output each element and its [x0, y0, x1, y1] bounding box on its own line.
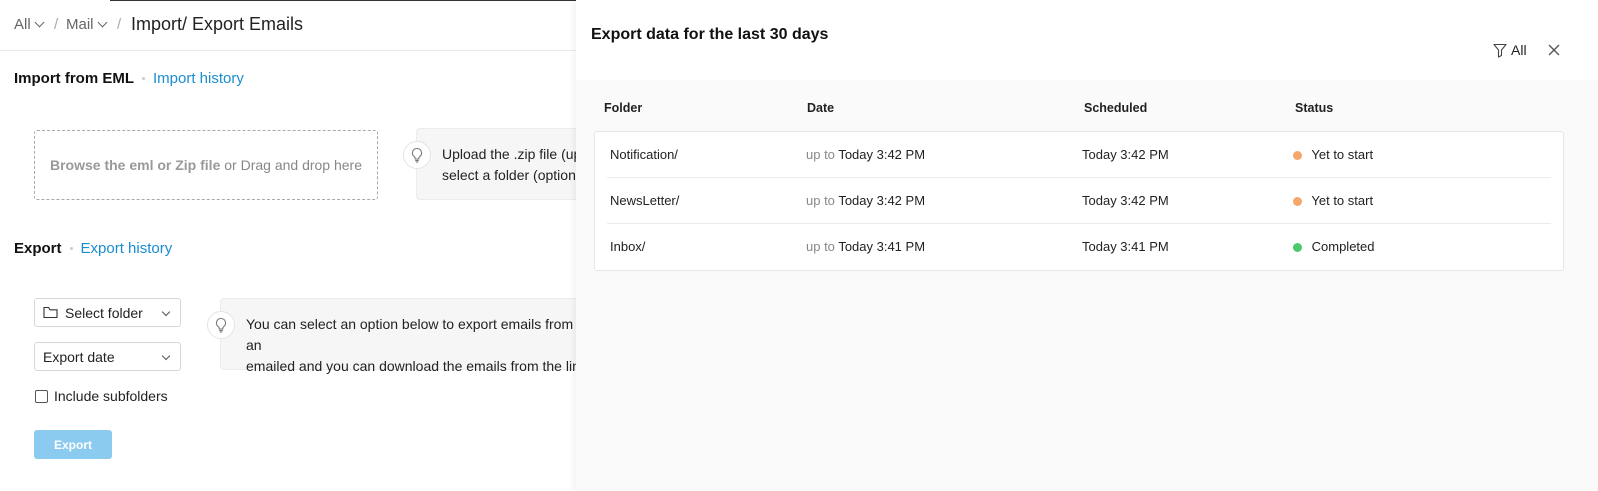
tab-import-from-eml[interactable]: Import from EML — [14, 70, 134, 87]
close-icon[interactable] — [1546, 42, 1562, 58]
column-header-scheduled: Scheduled — [1084, 101, 1148, 115]
status-dot — [1293, 197, 1302, 206]
separator-dot — [142, 77, 145, 80]
status-dot — [1293, 151, 1302, 160]
export-tip-line: emailed and you can download the emails … — [246, 358, 587, 374]
export-button[interactable]: Export — [34, 430, 112, 459]
scheduled-cell: Today 3:42 PM — [1082, 147, 1169, 162]
date-prefix: up to — [806, 193, 835, 208]
folder-select[interactable]: Select folder — [34, 298, 181, 327]
status-filter[interactable]: All — [1493, 42, 1527, 58]
status-label: Yet to start — [1311, 147, 1374, 162]
import-tip-box: Upload the .zip file (up select a folder… — [416, 128, 586, 200]
table-row: NewsLetter/ up to Today 3:42 PM Today 3:… — [595, 178, 1563, 224]
breadcrumb-separator: / — [117, 16, 122, 33]
chevron-down-icon — [161, 351, 171, 361]
folder-cell: Inbox/ — [610, 239, 646, 254]
date-value: Today 3:41 PM — [838, 239, 926, 254]
status-cell: Completed — [1293, 239, 1375, 254]
export-tip-line: You can select an option below to export… — [246, 316, 574, 353]
export-date-select[interactable]: Export date — [34, 342, 181, 371]
import-history-link[interactable]: Import history — [153, 70, 244, 87]
folder-cell: Notification/ — [610, 147, 678, 162]
import-tip-line: Upload the .zip file (up — [442, 146, 582, 162]
table-row: Inbox/ up to Today 3:41 PM Today 3:41 PM… — [595, 224, 1563, 270]
status-dot — [1293, 243, 1302, 252]
tab-export[interactable]: Export — [14, 240, 62, 257]
breadcrumb-separator: / — [54, 16, 59, 33]
export-history-panel: Export data for the last 30 days All Fol… — [576, 0, 1598, 491]
folder-icon — [43, 306, 58, 319]
breadcrumb-mail-dropdown[interactable]: Mail — [66, 16, 107, 33]
folder-select-label: Select folder — [65, 304, 143, 321]
chevron-down-icon — [97, 17, 107, 28]
page-title: Import/ Export Emails — [131, 14, 304, 34]
column-header-status: Status — [1295, 101, 1334, 115]
folder-cell: NewsLetter/ — [610, 193, 680, 208]
filter-label: All — [1511, 42, 1527, 58]
table-row: Notification/ up to Today 3:42 PM Today … — [595, 132, 1563, 178]
include-subfolders-row[interactable]: Include subfolders — [35, 388, 168, 404]
import-tip-line: select a folder (optiona — [442, 167, 584, 183]
panel-title: Export data for the last 30 days — [591, 26, 829, 43]
separator-dot — [69, 247, 73, 250]
date-value: Today 3:42 PM — [838, 193, 926, 208]
status-label: Completed — [1311, 239, 1375, 254]
browse-file-link[interactable]: Browse the eml or Zip file — [50, 157, 220, 173]
breadcrumb-all-dropdown[interactable]: All — [14, 16, 45, 33]
panel-header: Export data for the last 30 days All — [576, 0, 1598, 80]
export-table: Notification/ up to Today 3:42 PM Today … — [594, 131, 1564, 271]
status-label: Yet to start — [1311, 193, 1374, 208]
dropzone-hint: or Drag and drop here — [220, 157, 362, 173]
column-header-folder: Folder — [604, 101, 643, 115]
date-cell: up to Today 3:41 PM — [806, 239, 925, 254]
date-prefix: up to — [806, 239, 835, 254]
date-prefix: up to — [806, 147, 835, 162]
export-date-label: Export date — [43, 348, 115, 365]
date-cell: up to Today 3:42 PM — [806, 147, 925, 162]
file-dropzone[interactable]: Browse the eml or Zip file or Drag and d… — [34, 130, 378, 200]
chevron-down-icon — [34, 17, 45, 28]
breadcrumb-mail-label: Mail — [66, 16, 94, 33]
status-cell: Yet to start — [1293, 147, 1373, 162]
export-tip-box: You can select an option below to export… — [220, 298, 590, 374]
column-header-date: Date — [807, 101, 835, 115]
export-section-header: Export Export history — [14, 240, 172, 257]
scheduled-cell: Today 3:41 PM — [1082, 239, 1169, 254]
include-subfolders-checkbox[interactable] — [35, 389, 48, 403]
scheduled-cell: Today 3:42 PM — [1082, 193, 1169, 208]
breadcrumb-all-label: All — [14, 16, 31, 33]
export-history-link[interactable]: Export history — [81, 240, 173, 257]
status-cell: Yet to start — [1293, 193, 1373, 208]
date-value: Today 3:42 PM — [838, 147, 926, 162]
filter-icon — [1493, 43, 1507, 58]
date-cell: up to Today 3:42 PM — [806, 193, 925, 208]
lightbulb-icon — [403, 141, 431, 169]
chevron-down-icon — [161, 307, 171, 317]
lightbulb-icon — [207, 311, 235, 339]
import-section-header: Import from EML Import history — [14, 70, 244, 87]
include-subfolders-label: Include subfolders — [54, 388, 168, 404]
